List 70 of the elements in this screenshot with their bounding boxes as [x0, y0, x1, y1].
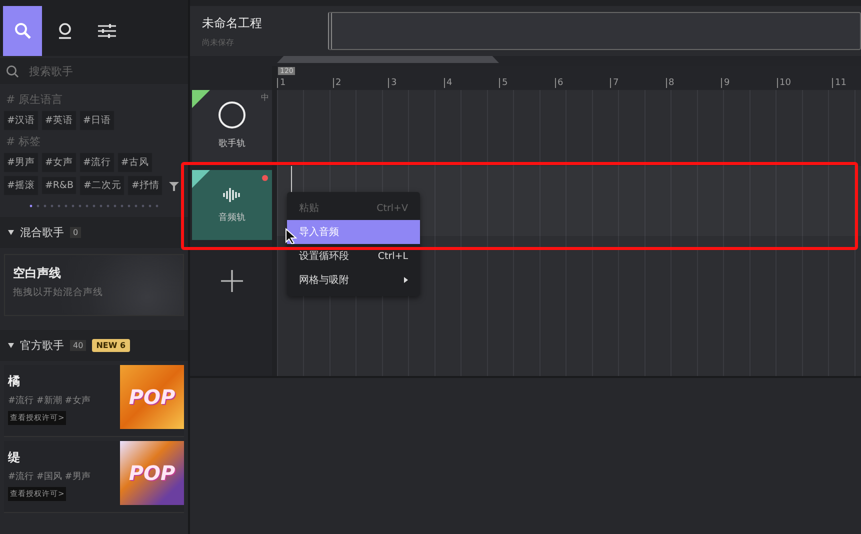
search-icon — [6, 64, 19, 78]
track-header[interactable]: 中 歌手轨 — [192, 90, 272, 164]
filter-heading: # 标签 — [6, 134, 42, 149]
new-badge: NEW 6 — [92, 339, 130, 352]
tag-chip[interactable]: #抒情 — [128, 176, 162, 195]
corner-flag-icon — [192, 170, 210, 188]
cover-text: POP — [128, 385, 176, 409]
waveform-icon — [222, 186, 242, 202]
singer-name: 缇 — [8, 449, 21, 466]
bar-number: 9 — [721, 78, 776, 88]
search-box[interactable]: 搜索歌手 — [0, 58, 188, 84]
track-label: 歌手轨 — [218, 138, 246, 150]
corner-flag-icon — [192, 90, 210, 108]
bar-number: 3 — [388, 78, 444, 88]
filter-heading: # 原生语言 — [6, 92, 64, 107]
shortcut-text: Ctrl+V — [376, 202, 408, 214]
cover-text: POP — [128, 461, 176, 485]
track-label: 音频轨 — [218, 212, 246, 224]
menu-item[interactable]: 设置循环段 Ctrl+L — [287, 244, 420, 268]
plus-icon — [220, 269, 244, 293]
record-dot-icon[interactable] — [262, 175, 268, 181]
menu-label: 设置循环段 — [299, 250, 349, 263]
count-badge: 40 — [70, 340, 86, 351]
track-tag: 中 — [261, 92, 269, 103]
menu-label: 导入音频 — [299, 226, 339, 239]
submenu-arrow-icon — [404, 277, 408, 283]
menu-item[interactable]: 网格与吸附 — [287, 268, 420, 292]
playhead-line — [291, 166, 292, 192]
circle-icon — [218, 100, 246, 128]
count-badge: 0 — [70, 227, 82, 238]
scroll-handle[interactable] — [277, 56, 499, 63]
section-title: 混合歌手 — [20, 225, 64, 240]
section-title: 官方歌手 — [20, 338, 64, 353]
bar-number: 2 — [332, 78, 388, 88]
singer-name: 橘 — [8, 373, 21, 390]
bar-number: 4 — [444, 78, 499, 88]
collapse-caret-icon[interactable] — [8, 343, 14, 348]
singer-tags: #流行 #国风 #男声 — [8, 470, 90, 483]
shortcut-text: Ctrl+L — [378, 250, 408, 262]
bar-number: 5 — [499, 78, 554, 88]
track-header[interactable]: 音频轨 — [192, 170, 272, 240]
tag-chip[interactable]: #古风 — [118, 153, 152, 172]
card-title: 空白声线 — [13, 265, 62, 282]
pointer-cursor-icon — [285, 228, 297, 244]
tag-chip[interactable]: #女声 — [42, 153, 76, 172]
search-field[interactable]: 搜索歌手 — [27, 64, 161, 78]
bar-number: 6 — [554, 78, 610, 88]
menu-label: 粘贴 — [299, 202, 319, 215]
collapse-caret-icon[interactable] — [8, 230, 14, 235]
project-title: 未命名工程 — [202, 14, 263, 32]
bar-number: 1 — [277, 78, 332, 88]
save-status: 尚未保存 — [202, 36, 235, 48]
bar-number: 10 — [776, 78, 832, 88]
tag-chip[interactable]: #摇滚 — [4, 176, 38, 195]
tag-chip[interactable]: #流行 — [80, 153, 114, 172]
singer-tags: #流行 #新潮 #女声 — [8, 394, 90, 407]
bar-number: 8 — [666, 78, 721, 88]
bar-number: 7 — [610, 78, 666, 88]
card-hint: 拖拽以开始混合声线 — [13, 286, 104, 299]
bar-number: 11 — [832, 78, 861, 88]
tag-chip[interactable]: #日语 — [80, 111, 114, 130]
menu-label: 网格与吸附 — [299, 274, 349, 287]
tag-chip[interactable]: #R&B — [42, 177, 76, 194]
tag-chip[interactable]: #二次元 — [80, 176, 124, 195]
tag-chip[interactable]: #男声 — [4, 153, 38, 172]
tag-chip[interactable]: #汉语 — [4, 111, 38, 130]
tag-chip[interactable]: #英语 — [42, 111, 76, 130]
sliders-icon — [96, 22, 116, 40]
filter-icon[interactable] — [168, 180, 180, 192]
mix-card[interactable]: 空白声线 拖拽以开始混合声线 — [4, 254, 184, 316]
